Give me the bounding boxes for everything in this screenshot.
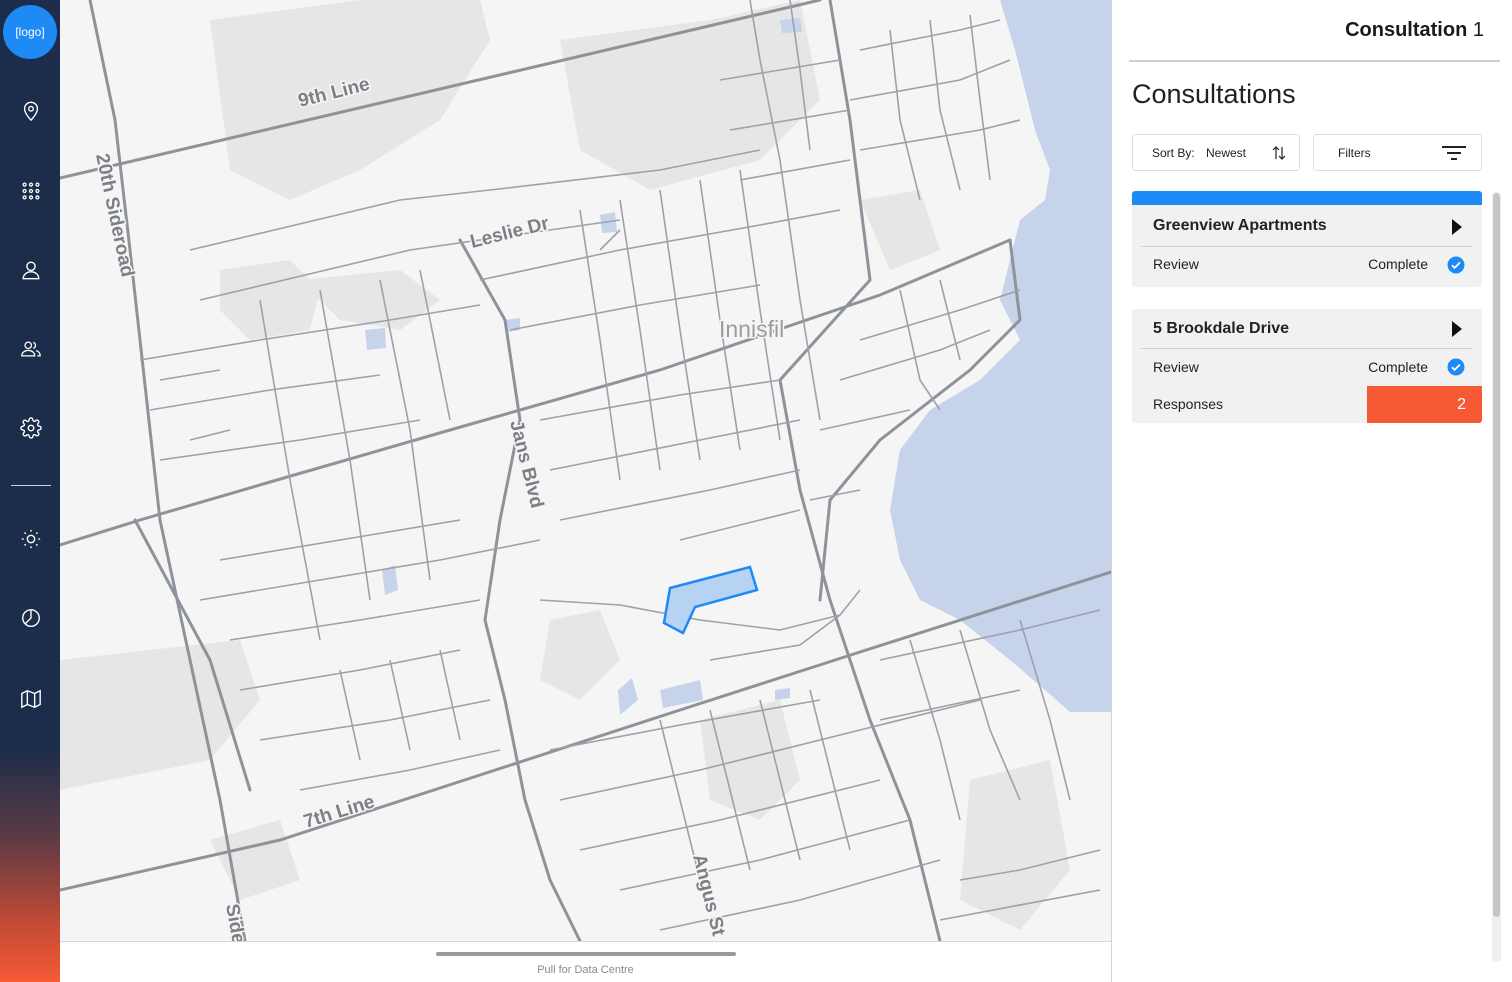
map-label-innisfil: Innisfil xyxy=(719,316,784,342)
sort-dropdown[interactable]: Sort By: Newest xyxy=(1132,134,1300,171)
data-centre-drawer[interactable]: Pull for Data Centre xyxy=(60,941,1111,982)
card-divider xyxy=(1141,246,1472,247)
review-label: Review xyxy=(1153,256,1199,272)
app-root: [logo] 9th Line 20th Sideroad Leslie Dr … xyxy=(0,0,1512,982)
consultation-card[interactable]: Greenview Apartments Review Complete xyxy=(1132,191,1482,287)
review-status: Complete xyxy=(1368,359,1428,375)
review-status: Complete xyxy=(1368,256,1428,272)
consultation-card[interactable]: 5 Brookdale Drive Review Complete Respon… xyxy=(1132,309,1482,423)
sort-label: Sort By: xyxy=(1152,146,1195,160)
check-circle-icon xyxy=(1447,256,1465,274)
expand-arrow-icon[interactable] xyxy=(1452,219,1462,235)
card-divider xyxy=(1141,348,1472,349)
review-label: Review xyxy=(1153,359,1199,375)
sort-value: Newest xyxy=(1206,146,1247,160)
check-circle-icon xyxy=(1447,358,1465,376)
drawer-handle[interactable] xyxy=(436,952,736,956)
filter-icon xyxy=(1442,146,1466,160)
card-title: 5 Brookdale Drive xyxy=(1153,320,1290,337)
consultation-count: 1 xyxy=(1472,19,1484,41)
gear-icon[interactable] xyxy=(17,414,45,442)
map-view[interactable]: 9th Line 20th Sideroad Leslie Dr Jans Bl… xyxy=(60,0,1111,941)
map-pin-icon[interactable] xyxy=(17,97,45,125)
sidebar: [logo] xyxy=(0,0,60,982)
consultation-panel: Consultation 1 Consultations Sort By: Ne… xyxy=(1112,0,1512,982)
responses-count-badge[interactable]: 2 xyxy=(1367,386,1482,423)
consultation-count-title: Consultation 1 xyxy=(1345,19,1484,42)
page-title: Consultations xyxy=(1132,79,1296,109)
logo[interactable]: [logo] xyxy=(3,5,57,59)
users-icon[interactable] xyxy=(17,335,45,363)
card-title: Greenview Apartments xyxy=(1153,217,1327,234)
card-selected-bar xyxy=(1132,191,1482,205)
filters-dropdown[interactable]: Filters xyxy=(1313,134,1482,171)
sun-icon[interactable] xyxy=(17,525,45,553)
sidebar-divider xyxy=(11,485,51,486)
sort-arrows-icon xyxy=(1272,146,1286,160)
map-canvas: 9th Line 20th Sideroad Leslie Dr Jans Bl… xyxy=(60,0,1111,941)
consultation-title-label: Consultation xyxy=(1345,19,1468,41)
pie-chart-icon[interactable] xyxy=(17,604,45,632)
panel-header: Consultation 1 xyxy=(1129,0,1500,62)
expand-arrow-icon[interactable] xyxy=(1452,321,1462,337)
apps-grid-icon[interactable] xyxy=(17,177,45,205)
scrollbar-thumb[interactable] xyxy=(1493,193,1500,917)
responses-label: Responses xyxy=(1153,396,1224,412)
user-icon[interactable] xyxy=(17,256,45,284)
map-icon[interactable] xyxy=(17,685,45,713)
filters-label: Filters xyxy=(1338,146,1371,160)
drawer-label: Pull for Data Centre xyxy=(537,964,634,976)
